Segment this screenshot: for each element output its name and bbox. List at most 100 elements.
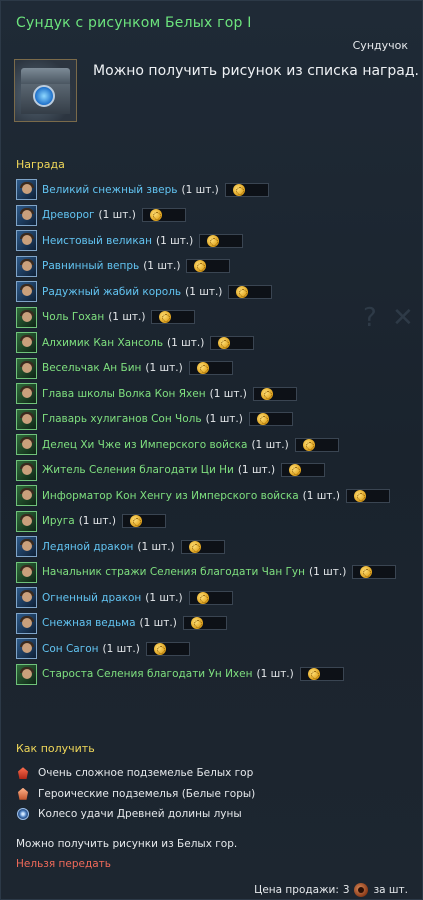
reward-portrait-icon: [16, 230, 37, 252]
reward-item[interactable]: Древорог (1 шт.): [16, 203, 416, 229]
reward-item[interactable]: Чоль Гохан (1 шт.): [16, 305, 416, 331]
reward-portrait-icon: [16, 459, 37, 481]
reward-currency-slot: [281, 463, 326, 478]
reward-currency-slot: [299, 667, 344, 682]
reward-currency-slot: [145, 641, 190, 656]
reward-name: Неистовый великан: [42, 234, 152, 247]
obtain-heading: Как получить: [16, 742, 95, 755]
reward-currency-slot: [182, 616, 227, 631]
reward-quantity: (1 шт.): [205, 413, 243, 426]
reward-item[interactable]: Весельчак Ан Бин (1 шт.): [16, 356, 416, 382]
reward-currency-slot: [199, 233, 244, 248]
reward-item[interactable]: Начальник стражи Селения благодати Чан Г…: [16, 560, 416, 586]
gold-coin-icon: [307, 668, 320, 681]
reward-name: Снежная ведьма: [42, 617, 136, 630]
reward-item[interactable]: Великий снежный зверь (1 шт.): [16, 177, 416, 203]
reward-name: Глава школы Волка Кон Яхен: [42, 387, 206, 400]
dungeon-hard-icon: [16, 766, 30, 780]
gold-coin-icon: [218, 336, 231, 349]
reward-item[interactable]: Снежная ведьма (1 шт.): [16, 611, 416, 637]
item-type: Сундучок: [352, 39, 408, 52]
reward-portrait-icon: [16, 485, 37, 507]
reward-name: Радужный жабий король: [42, 285, 182, 298]
reward-item[interactable]: Житель Селения благодати Ци Ни (1 шт.): [16, 458, 416, 484]
reward-name: Главарь хулиганов Сон Чоль: [42, 413, 202, 426]
reward-currency-slot: [186, 259, 231, 274]
reward-item[interactable]: Главарь хулиганов Сон Чоль (1 шт.): [16, 407, 416, 433]
reward-list: Великий снежный зверь (1 шт.) Древорог (1 ш…: [16, 177, 416, 687]
sell-price-label: Цена продажи:: [254, 884, 339, 896]
reward-currency-slot: [210, 335, 255, 350]
chest-icon: [14, 59, 77, 122]
reward-item[interactable]: Староста Селения благодати Ун Ихен (1 шт.…: [16, 662, 416, 688]
reward-name: Чоль Гохан: [42, 311, 105, 324]
reward-item[interactable]: Информатор Кон Хенгу из Имперского войск…: [16, 483, 416, 509]
reward-name: Староста Селения благодати Ун Ихен: [42, 668, 253, 681]
item-title: Сундук с рисунком Белых гор I: [16, 15, 252, 31]
gold-coin-icon: [159, 311, 172, 324]
reward-item[interactable]: Равнинный вепрь (1 шт.): [16, 254, 416, 280]
sell-price-amount: 3: [342, 884, 350, 896]
item-description: Можно получить рисунок из списка наград.: [93, 63, 420, 79]
reward-item[interactable]: Алхимик Кан Хансоль (1 шт.): [16, 330, 416, 356]
item-note: Можно получить рисунки из Белых гор.: [16, 838, 238, 850]
reward-portrait-icon: [16, 536, 37, 558]
sell-price: Цена продажи: 3 за шт.: [254, 883, 408, 897]
reward-portrait-icon: [16, 510, 37, 532]
reward-quantity: (1 шт.): [237, 464, 276, 477]
reward-currency-slot: [352, 565, 397, 580]
gold-coin-icon: [188, 540, 201, 553]
reward-item[interactable]: Ируга (1 шт.): [16, 509, 416, 535]
reward-portrait-icon: [16, 306, 37, 328]
reward-name: Житель Селения благодати Ци Ни: [42, 464, 234, 477]
gold-coin-icon: [190, 617, 203, 630]
reward-quantity: (1 шт.): [181, 183, 219, 196]
gold-coin-icon: [360, 566, 373, 579]
reward-portrait-icon: [16, 204, 37, 226]
reward-currency-slot: [188, 590, 233, 605]
reward-item[interactable]: Сон Сагон (1 шт.): [16, 636, 416, 662]
gold-coin-icon: [289, 464, 302, 477]
reward-currency-slot: [151, 310, 196, 325]
reward-name: Сон Сагон: [42, 642, 99, 655]
reward-quantity: (1 шт.): [145, 591, 183, 604]
reward-quantity: (1 шт.): [102, 642, 140, 655]
reward-item[interactable]: Радужный жабий король (1 шт.): [16, 279, 416, 305]
obtain-source: Колесо удачи Древней долины луны: [16, 804, 255, 825]
reward-quantity: (1 шт.): [155, 234, 194, 247]
reward-quantity: (1 шт.): [167, 336, 205, 349]
reward-item[interactable]: Ледяной дракон (1 шт.): [16, 534, 416, 560]
obtain-sources: Очень сложное подземелье Белых гор Герои…: [16, 763, 255, 825]
reward-portrait-icon: [16, 587, 37, 609]
gold-coin-icon: [207, 234, 220, 247]
sell-price-unit: за шт.: [373, 884, 408, 896]
reward-portrait-icon: [16, 638, 37, 660]
reward-quantity: (1 шт.): [143, 260, 181, 273]
rewards-heading: Награда: [16, 158, 65, 171]
reward-name: Ируга: [42, 515, 75, 528]
reward-name: Весельчак Ан Бин: [42, 362, 142, 375]
reward-currency-slot: [141, 208, 186, 223]
reward-name: Древорог: [42, 209, 95, 222]
reward-name: Информатор Кон Хенгу из Имперского войск…: [42, 489, 299, 502]
obtain-source-label: Очень сложное подземелье Белых гор: [38, 767, 254, 780]
reward-quantity: (1 шт.): [139, 617, 177, 630]
copper-coin-icon: [353, 883, 368, 897]
obtain-source: Очень сложное подземелье Белых гор: [16, 763, 255, 784]
reward-currency-slot: [345, 488, 390, 503]
reward-item[interactable]: Глава школы Волка Кон Яхен (1 шт.): [16, 381, 416, 407]
reward-quantity: (1 шт.): [251, 438, 289, 451]
gold-coin-icon: [153, 642, 166, 655]
obtain-source: Героические подземелья (Белые горы): [16, 784, 255, 805]
reward-portrait-icon: [16, 561, 37, 583]
reward-item[interactable]: Делец Хи Чже из Имперского войска (1 шт.): [16, 432, 416, 458]
reward-item[interactable]: Огненный дракон (1 шт.): [16, 585, 416, 611]
reward-quantity: (1 шт.): [98, 209, 136, 222]
gold-coin-icon: [194, 260, 207, 273]
reward-quantity: (1 шт.): [185, 285, 223, 298]
reward-quantity: (1 шт.): [209, 387, 247, 400]
gold-coin-icon: [232, 183, 245, 196]
reward-portrait-icon: [16, 434, 37, 456]
reward-name: Начальник стражи Селения благодати Чан Г…: [42, 566, 306, 579]
reward-item[interactable]: Неистовый великан (1 шт.): [16, 228, 416, 254]
